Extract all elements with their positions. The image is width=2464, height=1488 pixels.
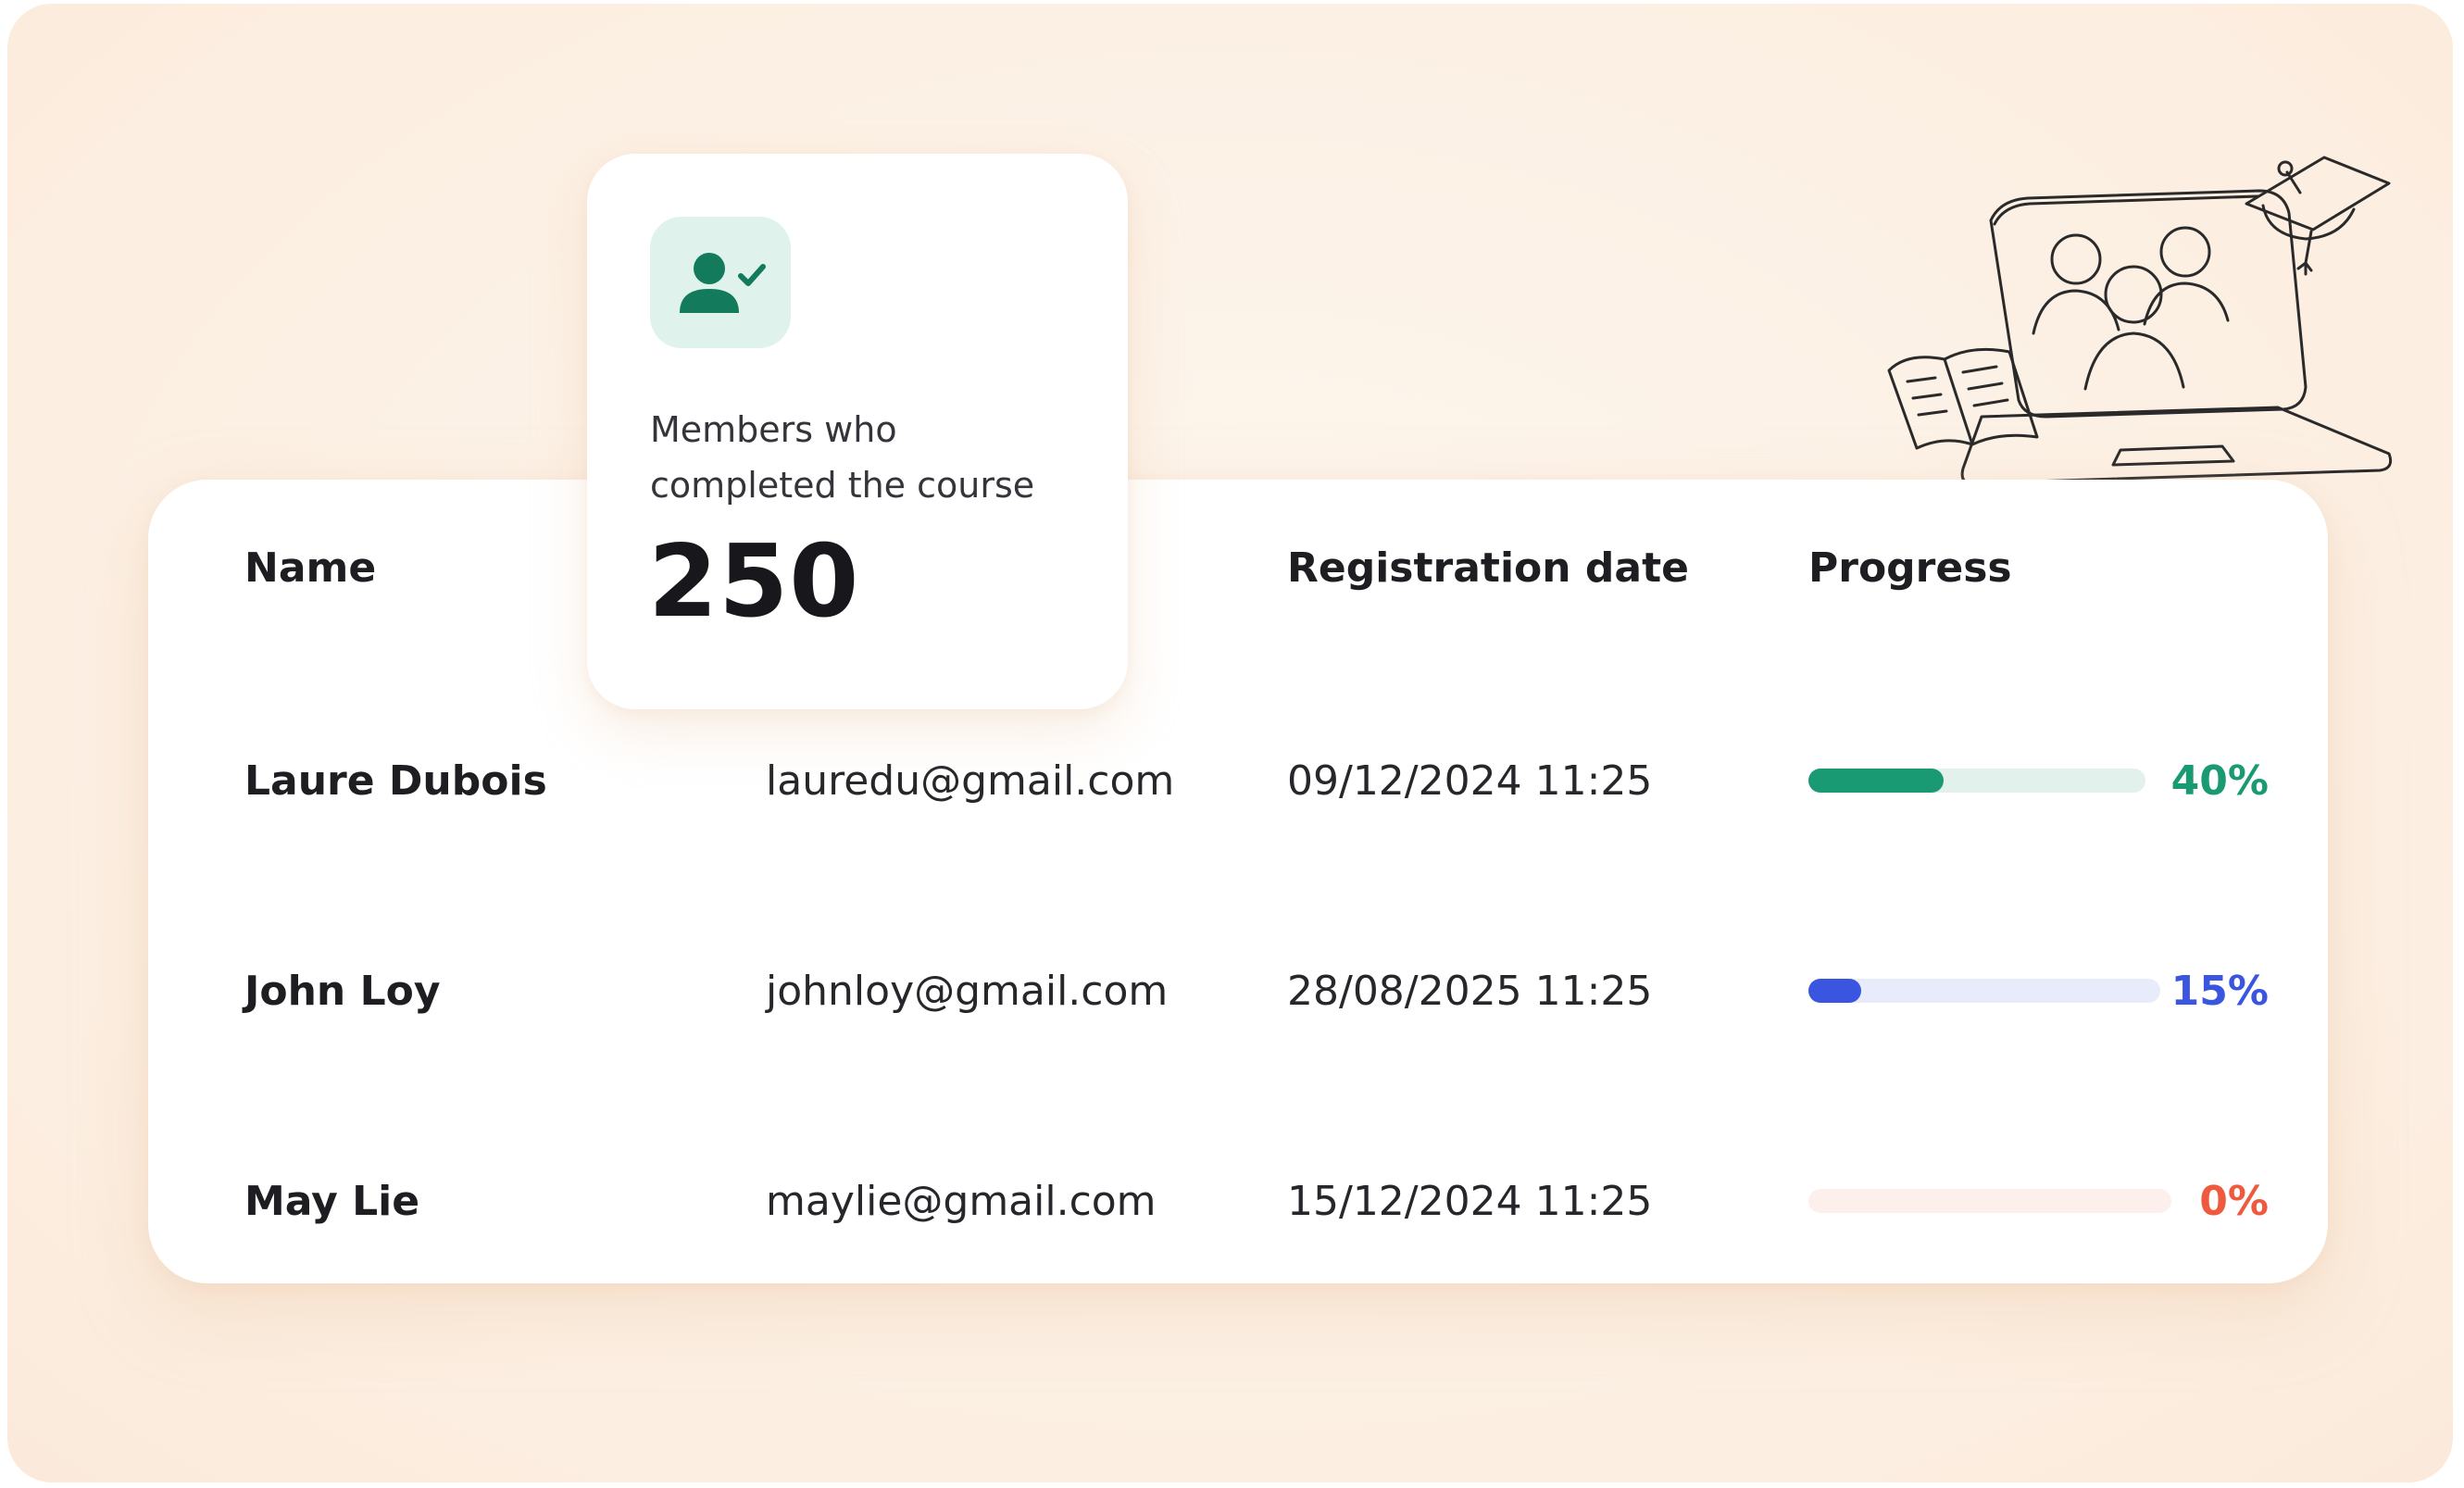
row-3-name: May Lie <box>244 1178 420 1225</box>
row-2-email: johnloy@gmail.com <box>766 968 1169 1015</box>
stat-value: 250 <box>648 524 860 640</box>
row-1-progress-track <box>1808 769 2145 793</box>
members-table-card <box>148 480 2328 1283</box>
row-3-progress-track <box>1808 1189 2171 1213</box>
row-2-name: John Loy <box>244 968 441 1015</box>
row-2-progress-track <box>1808 979 2160 1003</box>
row-1-email: lauredu@gmail.com <box>766 757 1175 805</box>
row-1-progress-fill <box>1808 769 1944 793</box>
completed-members-stat-card: Members who completed the course 250 <box>587 154 1128 709</box>
row-2-progress-percent: 15% <box>2170 968 2269 1015</box>
row-1-progress-percent: 40% <box>2170 757 2269 805</box>
stat-label-line-1: Members who <box>650 409 897 450</box>
column-header-registration-date[interactable]: Registration date <box>1287 544 1689 592</box>
row-3-email: maylie@gmail.com <box>766 1178 1157 1225</box>
row-1-name: Laure Dubois <box>244 757 547 805</box>
row-2-registration-date: 28/08/2025 11:25 <box>1287 968 1653 1015</box>
stat-label-line-2: completed the course <box>650 465 1035 506</box>
row-3-registration-date: 15/12/2024 11:25 <box>1287 1178 1653 1225</box>
column-header-progress[interactable]: Progress <box>1808 544 2012 592</box>
stat-label: Members who completed the course <box>650 402 1094 513</box>
row-2-progress-fill <box>1808 979 1861 1003</box>
column-header-name[interactable]: Name <box>244 544 376 592</box>
row-1-registration-date: 09/12/2024 11:25 <box>1287 757 1653 805</box>
row-3-progress-percent: 0% <box>2199 1178 2269 1225</box>
online-classroom-illustration <box>1887 156 2393 485</box>
user-check-icon <box>680 253 766 313</box>
user-check-icon-badge <box>650 217 791 348</box>
